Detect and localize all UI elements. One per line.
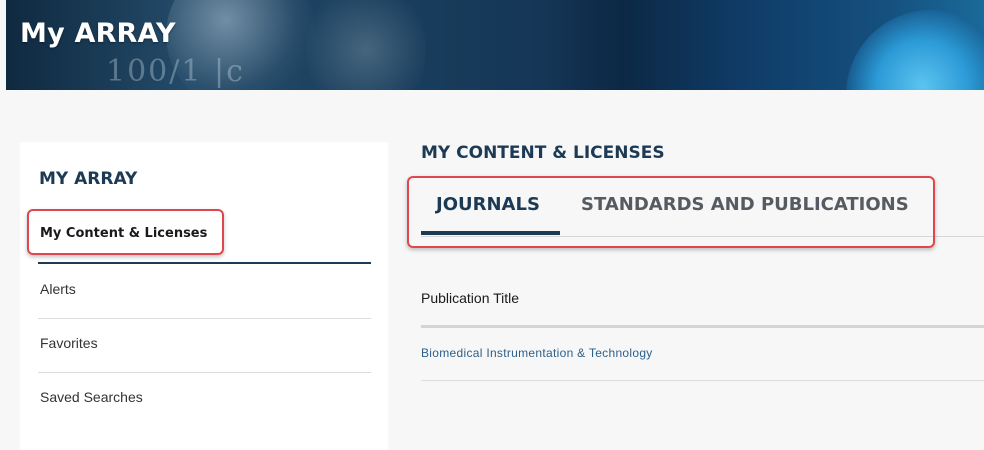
table-row-divider	[421, 380, 984, 381]
sidebar-item-favorites[interactable]: Favorites	[38, 319, 371, 373]
table-row-publication-link[interactable]: Biomedical Instrumentation & Technology	[421, 346, 653, 360]
page-title: MY CONTENT & LICENSES	[421, 143, 665, 163]
highlight-box-sidebar	[27, 209, 224, 255]
sidebar-heading: MY ARRAY	[39, 169, 138, 189]
table-header-divider	[421, 325, 984, 328]
page-banner: 100/1 |c My ARRAY	[6, 0, 984, 90]
banner-background-text: 100/1 |c	[106, 54, 245, 89]
banner-title: My ARRAY	[20, 18, 176, 49]
sidebar-item-label: Alerts	[40, 281, 76, 297]
page: 100/1 |c My ARRAY MY ARRAY My Content & …	[0, 0, 984, 450]
banner-glass-shape-2	[306, 0, 426, 90]
sidebar-item-alerts[interactable]: Alerts	[38, 265, 371, 319]
highlight-box-tabs	[407, 176, 935, 248]
sidebar: MY ARRAY My Content & Licenses Alerts Fa…	[20, 142, 388, 450]
sidebar-item-label: Favorites	[40, 335, 98, 351]
sidebar-item-saved-searches[interactable]: Saved Searches	[38, 373, 371, 427]
banner-glow-shape	[846, 10, 984, 90]
sidebar-item-label: Saved Searches	[40, 389, 143, 405]
column-header-publication-title: Publication Title	[421, 290, 520, 306]
